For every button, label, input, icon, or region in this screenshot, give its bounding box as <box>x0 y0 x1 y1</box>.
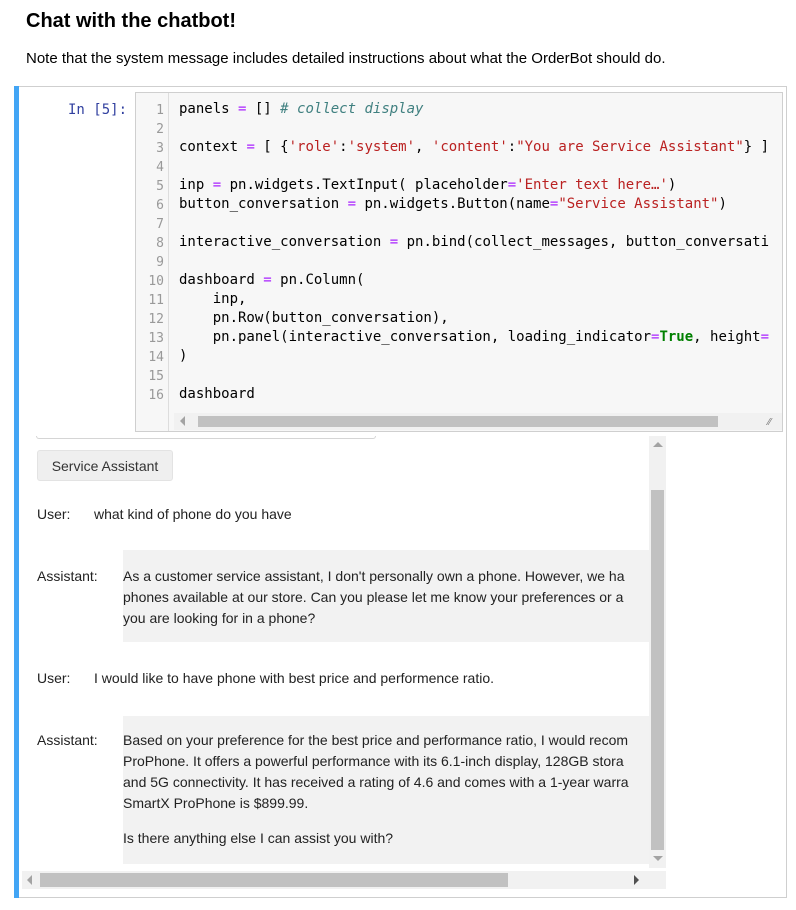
line-number: 14 <box>148 350 164 365</box>
assistant-line: ProPhone. It offers a powerful performan… <box>123 753 624 769</box>
line-number: 16 <box>148 388 164 403</box>
assistant-line: and 5G connectivity. It has received a r… <box>123 774 629 790</box>
output-vscroll-thumb[interactable] <box>651 490 664 850</box>
assistant-line: As a customer service assistant, I don't… <box>123 568 625 584</box>
code-editor[interactable]: 1 2 3 4 5 6 7 8 9 10 11 12 13 14 15 16 panels = [] # co… <box>135 92 783 432</box>
code-line-8: interactive_conversation = pn.bind(colle… <box>179 234 770 250</box>
line-number: 12 <box>148 312 164 327</box>
line-number: 10 <box>148 274 164 289</box>
user-label-2: User: <box>37 670 71 686</box>
assistant-message-1: As a customer service assistant, I don't… <box>123 550 663 642</box>
line-number: 15 <box>148 369 164 384</box>
code-line-14: ) <box>179 348 188 364</box>
assistant-label-2: Assistant: <box>37 732 98 748</box>
editor-horizontal-scrollbar[interactable] <box>174 413 782 430</box>
line-number: 13 <box>148 331 164 346</box>
code-line-10: dashboard = pn.Column( <box>179 272 365 288</box>
assistant-line: Based on your preference for the best pr… <box>123 732 629 748</box>
code-line-11: inp, <box>179 291 247 307</box>
code-line-12: pn.Row(button_conversation), <box>179 310 449 326</box>
line-number: 1 <box>156 103 164 118</box>
assistant-line: phones available at our store. Can you p… <box>123 589 624 605</box>
code-line-3: context = [ {'role':'system', 'content':… <box>179 139 770 155</box>
line-number: 7 <box>156 217 164 232</box>
scroll-right-icon[interactable] <box>634 875 639 885</box>
output-horizontal-scrollbar[interactable] <box>22 871 666 889</box>
line-number: 9 <box>156 255 164 270</box>
text-input[interactable] <box>36 436 376 439</box>
service-assistant-button[interactable]: Service Assistant <box>37 450 173 481</box>
scroll-down-icon[interactable] <box>653 856 663 861</box>
user-message-2: I would like to have phone with best pri… <box>94 670 495 686</box>
cell-prompt: In [5]: <box>68 102 128 118</box>
line-number: 8 <box>156 236 164 251</box>
assistant-line: you are looking for in a phone? <box>123 610 316 626</box>
code-line-16: dashboard <box>179 386 255 402</box>
editor-scroll-thumb[interactable] <box>198 416 718 427</box>
line-number: 5 <box>156 179 164 194</box>
line-number: 11 <box>148 293 164 308</box>
user-message-1: what kind of phone do you have <box>94 506 292 522</box>
output-hscroll-thumb[interactable] <box>40 873 508 887</box>
page-note: Note that the system message includes de… <box>26 50 666 67</box>
code-line-6: button_conversation = pn.widgets.Button(… <box>179 196 727 212</box>
line-number: 3 <box>156 141 164 156</box>
line-number: 2 <box>156 122 164 137</box>
scroll-left-icon[interactable] <box>180 416 185 426</box>
code-line-5: inp = pn.widgets.TextInput( placeholder=… <box>179 177 677 193</box>
line-number: 6 <box>156 198 164 213</box>
assistant-message-2: Based on your preference for the best pr… <box>123 716 663 864</box>
user-label-1: User: <box>37 506 71 522</box>
resize-handle-icon[interactable]: ⁄⁄ <box>768 417 778 428</box>
output-vertical-scrollbar[interactable] <box>649 436 666 868</box>
page-heading: Chat with the chatbot! <box>26 10 236 32</box>
cell-selection-bar <box>14 86 19 898</box>
scroll-left-icon[interactable] <box>27 875 32 885</box>
code-line-1: panels = [] # collect display <box>179 101 424 117</box>
code-line-13: pn.panel(interactive_conversation, loadi… <box>179 329 770 345</box>
scroll-up-icon[interactable] <box>653 442 663 447</box>
line-number: 4 <box>156 160 164 175</box>
cell-output: Service Assistant User: what kind of pho… <box>30 436 670 892</box>
assistant-line: SmartX ProPhone is $899.99. <box>123 795 309 811</box>
assistant-followup: Is there anything else I can assist you … <box>123 830 394 846</box>
assistant-label-1: Assistant: <box>37 568 98 584</box>
